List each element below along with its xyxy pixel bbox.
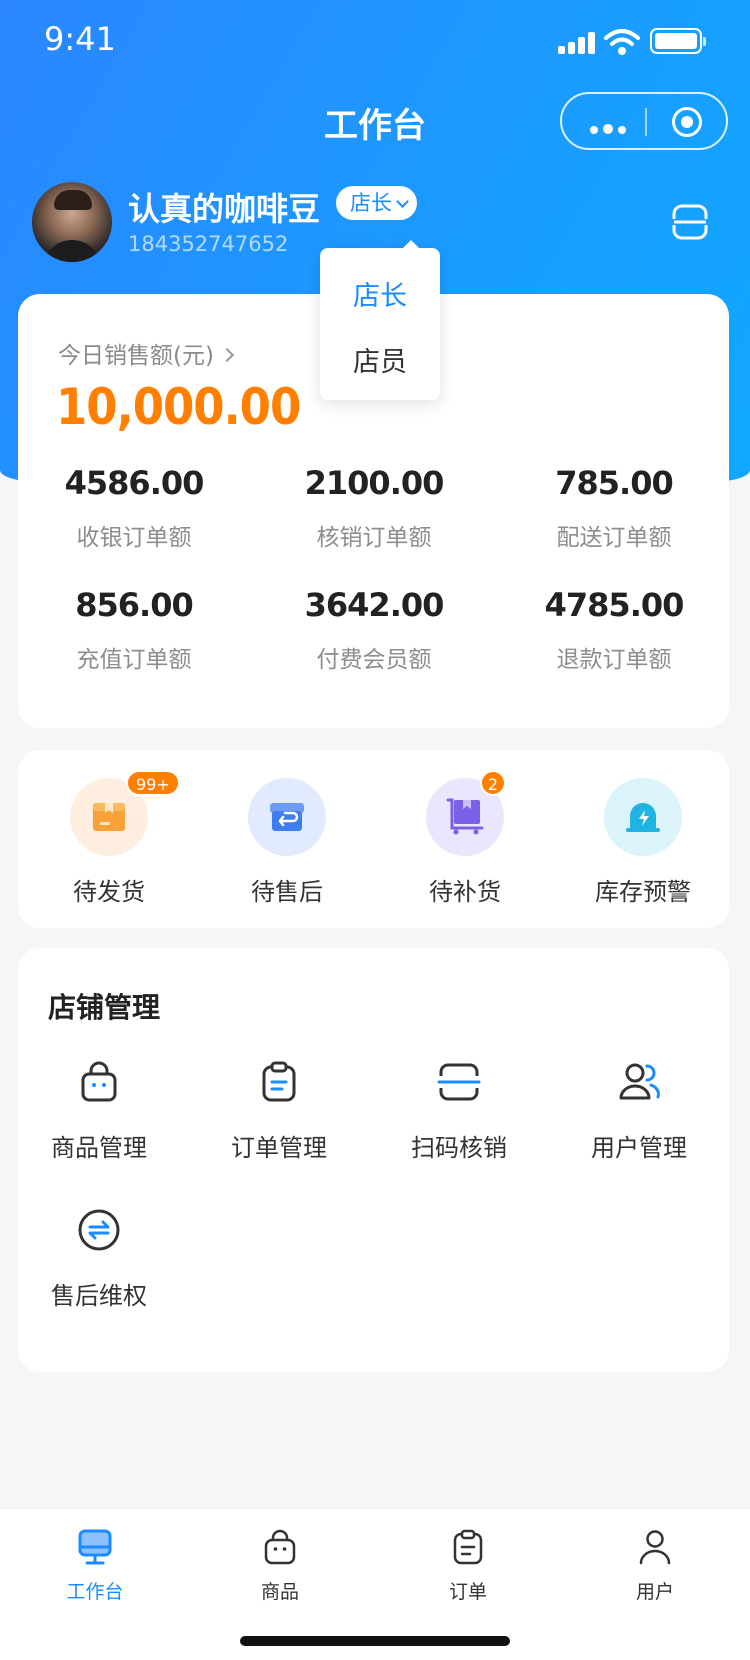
tool-label: 售后维权 xyxy=(51,1282,147,1310)
quick-actions-card: 99+ 待发货 待售后 2 待补货 库存预警 xyxy=(18,750,729,928)
count-badge: 99+ xyxy=(126,770,180,796)
quick-action-pending-restock[interactable]: 2 待补货 xyxy=(390,770,540,907)
quick-action-label: 待发货 xyxy=(73,878,145,906)
sales-value: 10,000.00 xyxy=(56,378,301,436)
tool-user-management[interactable]: 用户管理 xyxy=(554,1058,724,1163)
tab-label: 工作台 xyxy=(66,1581,124,1603)
user-icon xyxy=(639,1530,671,1565)
scan-icon xyxy=(437,1063,481,1101)
username: 认真的咖啡豆 xyxy=(128,190,321,228)
signal-icon xyxy=(558,32,598,54)
tool-product-management[interactable]: 商品管理 xyxy=(14,1058,184,1163)
tab-workbench[interactable]: 工作台 xyxy=(20,1527,170,1604)
stat-item[interactable]: 4785.00 退款订单额 xyxy=(514,586,714,674)
quick-action-label: 待售后 xyxy=(251,878,323,906)
clipboard-icon xyxy=(453,1529,483,1565)
quick-action-label: 待补货 xyxy=(429,878,501,906)
stat-label: 付费会员额 xyxy=(316,647,432,673)
sales-label: 今日销售额(元) xyxy=(58,343,214,369)
stat-label: 核销订单额 xyxy=(316,525,432,551)
tool-label: 订单管理 xyxy=(231,1134,327,1162)
store-management-card: 店铺管理 商品管理 订单管理 扫码核销 用户管理 售后维权 xyxy=(18,948,729,1372)
count-badge: 2 xyxy=(480,770,506,796)
users-icon xyxy=(619,1063,660,1100)
battery-icon xyxy=(650,28,706,54)
role-label: 店长 xyxy=(350,191,392,215)
home-indicator xyxy=(240,1636,510,1646)
avatar[interactable] xyxy=(32,182,112,262)
quick-action-label: 库存预警 xyxy=(595,878,691,906)
monitor-icon xyxy=(78,1529,112,1565)
stat-value: 3642.00 xyxy=(304,586,445,624)
tab-products[interactable]: 商品 xyxy=(205,1527,355,1604)
scan-icon[interactable] xyxy=(672,204,708,240)
tab-users[interactable]: 用户 xyxy=(580,1527,730,1604)
tool-label: 商品管理 xyxy=(51,1134,147,1162)
stat-item[interactable]: 856.00 充值订单额 xyxy=(34,586,234,674)
stat-label: 配送订单额 xyxy=(556,525,672,551)
status-time: 9:41 xyxy=(44,20,116,58)
quick-action-pending-aftersale[interactable]: 待售后 xyxy=(212,778,362,907)
close-target-icon[interactable] xyxy=(672,107,702,137)
stat-value: 4586.00 xyxy=(64,464,205,502)
chevron-right-icon xyxy=(219,347,235,363)
stat-value: 2100.00 xyxy=(304,464,445,502)
role-option-staff[interactable]: 店员 xyxy=(320,340,440,379)
capsule-divider xyxy=(645,108,647,136)
role-dropdown: 店长 店员 xyxy=(320,240,440,400)
chevron-down-icon xyxy=(396,195,409,208)
stat-item[interactable]: 785.00 配送订单额 xyxy=(514,464,714,552)
return-box-icon xyxy=(248,778,326,856)
sales-label-link[interactable]: 今日销售额(元) xyxy=(58,336,235,370)
stat-value: 4785.00 xyxy=(544,586,685,624)
miniprogram-capsule xyxy=(560,92,728,150)
restock-cart-icon: 2 xyxy=(426,770,506,856)
tool-label: 扫码核销 xyxy=(411,1134,507,1162)
stat-label: 退款订单额 xyxy=(556,647,672,673)
clipboard-icon xyxy=(262,1061,296,1102)
wifi-icon xyxy=(604,29,640,55)
role-option-manager[interactable]: 店长 xyxy=(320,274,440,313)
tool-aftersale-rights[interactable]: 售后维权 xyxy=(14,1206,184,1311)
tab-orders[interactable]: 订单 xyxy=(393,1527,543,1604)
tool-order-management[interactable]: 订单管理 xyxy=(194,1058,364,1163)
status-bar: 9:41 xyxy=(0,0,750,80)
quick-action-stock-warning[interactable]: 库存预警 xyxy=(568,778,718,907)
tool-scan-verify[interactable]: 扫码核销 xyxy=(374,1058,544,1163)
bag-icon xyxy=(81,1061,117,1102)
user-phone: 184352747652 xyxy=(128,232,289,256)
role-selector[interactable]: 店长 xyxy=(336,186,417,220)
stat-item[interactable]: 2100.00 核销订单额 xyxy=(274,464,474,552)
tab-label: 订单 xyxy=(448,1581,487,1603)
tab-label: 用户 xyxy=(635,1581,674,1603)
stat-item[interactable]: 4586.00 收银订单额 xyxy=(34,464,234,552)
quick-action-pending-shipment[interactable]: 99+ 待发货 xyxy=(34,770,184,907)
stat-value: 785.00 xyxy=(555,464,673,502)
exchange-icon xyxy=(78,1209,120,1251)
stat-value: 856.00 xyxy=(75,586,193,624)
more-icon[interactable] xyxy=(590,119,631,138)
stat-label: 充值订单额 xyxy=(76,647,192,673)
tool-label: 用户管理 xyxy=(591,1134,687,1162)
stat-item[interactable]: 3642.00 付费会员额 xyxy=(274,586,474,674)
package-icon: 99+ xyxy=(70,770,180,856)
tab-label: 商品 xyxy=(260,1581,299,1603)
stat-label: 收银订单额 xyxy=(76,525,192,551)
section-title: 店铺管理 xyxy=(48,991,161,1024)
bag-icon xyxy=(264,1529,296,1565)
alarm-icon xyxy=(604,778,682,856)
